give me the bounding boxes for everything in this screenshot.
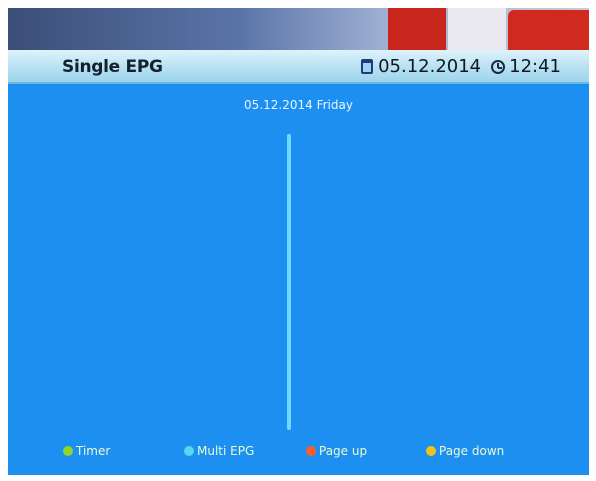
header-bar: Single EPG 05.12.2014 12:41 [8, 50, 589, 84]
multi-epg-key[interactable]: Multi EPG [184, 444, 254, 458]
header-date: 05.12.2014 [378, 56, 482, 77]
red-button-icon [306, 446, 316, 456]
epg-divider [287, 134, 291, 430]
color-key-bar: Timer Multi EPG Page up Page down [8, 444, 589, 464]
timer-key-label: Timer [76, 444, 111, 458]
header-time: 12:41 [509, 56, 561, 77]
page-up-key[interactable]: Page up [306, 444, 367, 458]
date-time: 05.12.2014 12:41 [361, 56, 561, 77]
clock-icon [491, 59, 506, 74]
calendar-icon [361, 59, 374, 74]
page-title: Single EPG [62, 57, 163, 77]
timer-key[interactable]: Timer [63, 444, 110, 458]
video-background-block [448, 8, 506, 50]
page-down-key-label: Page down [439, 444, 505, 458]
page-down-key[interactable]: Page down [426, 444, 504, 458]
green-button-icon [63, 446, 73, 456]
video-background-block [508, 10, 589, 50]
yellow-button-icon [426, 446, 436, 456]
page-up-key-label: Page up [319, 444, 368, 458]
blue-button-icon [184, 446, 194, 456]
epg-date: 05.12.2014 Friday [244, 98, 353, 112]
video-background-block [388, 8, 446, 50]
multi-epg-key-label: Multi EPG [197, 444, 255, 458]
tv-screen: Single EPG 05.12.2014 12:41 05.12.2014 F… [8, 8, 589, 475]
epg-panel: 05.12.2014 Friday Timer Multi EPG Page u… [8, 84, 589, 475]
